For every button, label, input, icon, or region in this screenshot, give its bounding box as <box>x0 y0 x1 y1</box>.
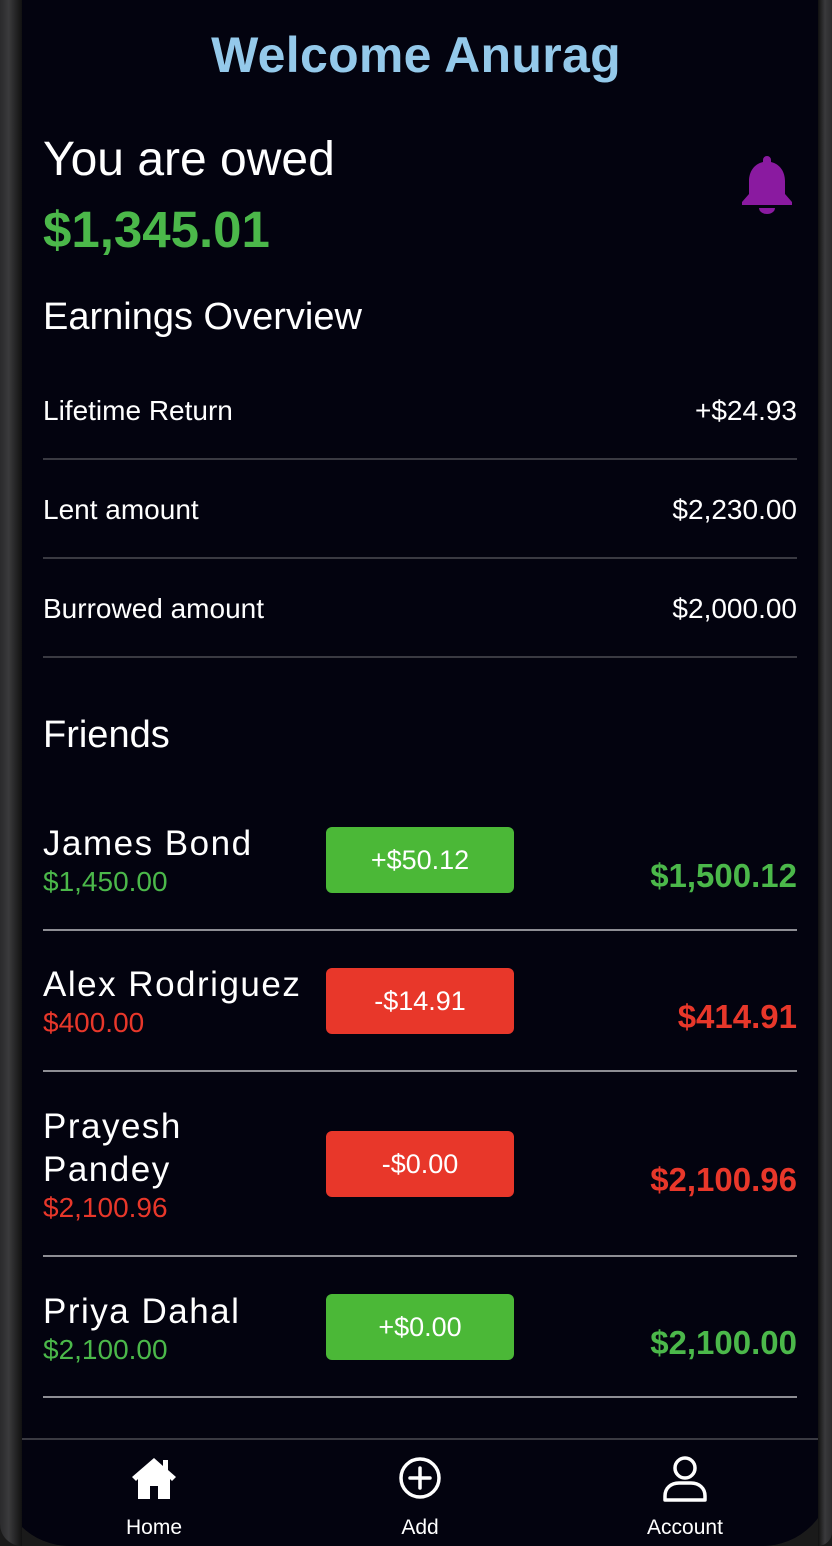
friend-balance: $400.00 <box>43 1007 145 1038</box>
borrowed-amount-label: Burrowed amount <box>43 593 265 624</box>
bottom-tab-bar: Home Add Account <box>22 1438 818 1546</box>
device-frame-right <box>818 0 832 1546</box>
friend-name: Prayesh Pandey <box>43 1107 182 1189</box>
device-frame-left <box>0 0 22 1546</box>
app-screen: Welcome Anurag You are owed $1,345.01 Ea… <box>0 0 832 1546</box>
owed-amount: $1,345.01 <box>43 201 270 258</box>
tab-account-label: Account <box>647 1516 723 1539</box>
user-icon <box>663 1456 707 1502</box>
friend-row-prayesh-pandey[interactable]: Prayesh Pandey $2,100.96 -$0.00 $2,100.9… <box>43 1072 797 1257</box>
borrowed-amount-row: Burrowed amount $2,000.00 <box>43 559 797 658</box>
friend-row-alex-rodriguez[interactable]: Alex Rodriguez $400.00 -$14.91 $414.91 <box>43 931 797 1072</box>
change-badge[interactable]: -$0.00 <box>326 1131 514 1197</box>
friend-total: $1,500.12 <box>650 857 797 894</box>
friend-row-james-bond[interactable]: James Bond $1,450.00 +$50.12 $1,500.12 <box>43 800 797 931</box>
friend-balance: $2,100.96 <box>43 1192 168 1223</box>
friends-title: Friends <box>43 714 170 756</box>
friend-total: $2,100.96 <box>650 1161 797 1198</box>
home-icon <box>132 1458 176 1499</box>
change-badge[interactable]: +$0.00 <box>326 1294 514 1360</box>
lent-amount-label: Lent amount <box>43 494 199 525</box>
earnings-overview-title: Earnings Overview <box>43 296 362 338</box>
lent-amount-value: $2,230.00 <box>672 494 797 525</box>
friend-total: $414.91 <box>677 998 797 1035</box>
tab-add[interactable]: Add <box>340 1440 500 1546</box>
tab-home-label: Home <box>125 1516 183 1539</box>
bell-icon[interactable] <box>740 154 794 214</box>
borrowed-amount-value: $2,000.00 <box>672 593 797 624</box>
friend-total: $2,100.00 <box>650 1324 797 1361</box>
friend-name: Priya Dahal <box>43 1292 241 1331</box>
tab-home[interactable]: Home <box>74 1440 234 1546</box>
tab-add-label: Add <box>401 1516 439 1539</box>
lifetime-return-label: Lifetime Return <box>43 395 233 426</box>
lifetime-return-value: +$24.93 <box>695 395 797 426</box>
change-badge[interactable]: -$14.91 <box>326 968 514 1034</box>
friend-name: Alex Rodriguez <box>43 965 302 1004</box>
lifetime-return-row: Lifetime Return +$24.93 <box>43 361 797 460</box>
friend-name: James Bond <box>43 824 253 863</box>
phone: Welcome Anurag You are owed $1,345.01 Ea… <box>0 0 832 1546</box>
owed-label: You are owed <box>43 133 335 186</box>
friend-balance: $2,100.00 <box>43 1334 168 1365</box>
friend-row-priya-dahal[interactable]: Priya Dahal $2,100.00 +$0.00 $2,100.00 <box>43 1257 797 1398</box>
friend-balance: $1,450.00 <box>43 866 168 897</box>
change-badge[interactable]: +$50.12 <box>326 827 514 893</box>
welcome-title: Welcome Anurag <box>211 27 621 83</box>
tab-account[interactable]: Account <box>605 1440 765 1546</box>
lent-amount-row: Lent amount $2,230.00 <box>43 460 797 559</box>
plus-circle-icon <box>399 1457 441 1499</box>
